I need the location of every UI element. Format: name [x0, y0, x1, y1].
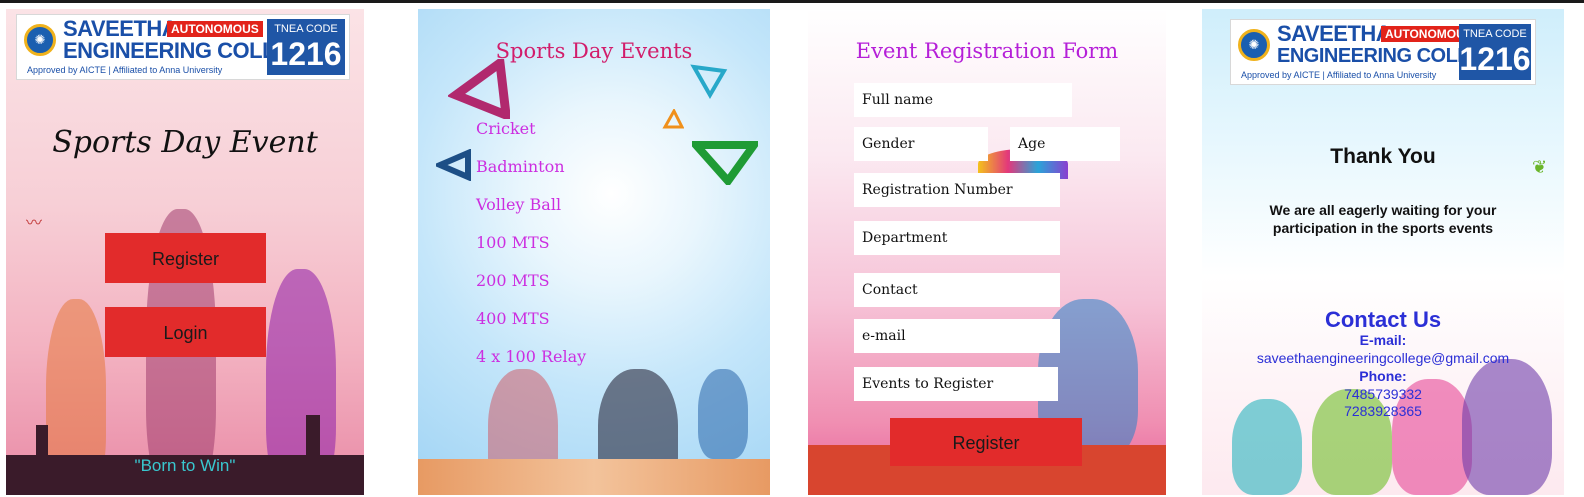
- event-item: 4 x 100 Relay: [476, 347, 587, 366]
- event-item: Volley Ball: [476, 195, 562, 214]
- page-title: Sports Day Event: [52, 125, 318, 160]
- triangle-decoration-icon: [690, 64, 728, 99]
- event-item: 200 MTS: [476, 271, 550, 290]
- page-title: Sports Day Events: [495, 39, 693, 63]
- college-logo: ✺ SAVEETHA AUTONOMOUS ENGINEERING COLLEG…: [16, 14, 350, 80]
- registration-screen: Event Registration Form Full name Gender…: [808, 9, 1166, 495]
- event-item: 100 MTS: [476, 233, 550, 252]
- triangle-decoration-icon: [448, 59, 510, 119]
- triangle-decoration-icon: [692, 141, 758, 185]
- events-screen: Sports Day Events Cricket Badminton Voll…: [418, 9, 770, 495]
- phone-label: Phone:: [1359, 368, 1407, 384]
- email-label: E-mail:: [1359, 332, 1407, 348]
- runner-silhouette: [698, 369, 748, 459]
- college-seal-icon: ✺: [1238, 29, 1270, 61]
- register-button[interactable]: Register: [890, 418, 1082, 466]
- events-to-register-field[interactable]: Events to Register: [854, 367, 1058, 401]
- college-logo: ✺ SAVEETHA AUTONOMOUS ENGINEERING COLLEG…: [1230, 19, 1536, 85]
- triangle-decoration-icon: [662, 109, 684, 129]
- thank-you-screen: ❦ ✺ SAVEETHA AUTONOMOUS ENGINEERING COLL…: [1202, 9, 1564, 495]
- logo-line1: SAVEETHA: [1277, 21, 1392, 46]
- logo-approved: Approved by AICTE | Affiliated to Anna U…: [1241, 70, 1437, 80]
- college-seal-icon: ✺: [24, 24, 56, 56]
- phone-number[interactable]: 7283928365: [1202, 403, 1564, 419]
- email-link[interactable]: saveethaengineeringcollege@gmail.com: [1202, 350, 1564, 366]
- contact-field[interactable]: Contact: [854, 273, 1060, 307]
- thank-you-message: We are all eagerly waiting for your part…: [1269, 202, 1497, 236]
- event-item: Badminton: [476, 157, 565, 176]
- event-item: 400 MTS: [476, 309, 550, 328]
- department-field[interactable]: Department: [854, 221, 1060, 255]
- tagline: "Born to Win": [134, 456, 236, 475]
- tnea-code: 1216: [1459, 41, 1531, 77]
- track-ground: [418, 459, 770, 495]
- tnea-label: TNEA CODE: [1463, 28, 1527, 40]
- phone-number[interactable]: 7485739332: [1202, 386, 1564, 402]
- full-name-field[interactable]: Full name: [854, 83, 1072, 117]
- login-button[interactable]: Login: [105, 307, 266, 357]
- logo-approved: Approved by AICTE | Affiliated to Anna U…: [27, 65, 223, 75]
- thank-you-heading: Thank You: [1330, 145, 1436, 168]
- tnea-code-box: TNEA CODE 1216: [1459, 24, 1531, 80]
- event-item: Cricket: [476, 119, 536, 138]
- tnea-code: 1216: [270, 36, 342, 72]
- tnea-code-box: TNEA CODE 1216: [267, 19, 345, 75]
- email-field[interactable]: e-mail: [854, 319, 1060, 353]
- age-field[interactable]: Age: [1010, 127, 1120, 161]
- gender-field[interactable]: Gender: [854, 127, 988, 161]
- home-screen: 〰 ✺ SAVEETHA AUTONOMOUS ENGINEERING COLL…: [6, 9, 364, 495]
- bird-icon: 〰: [26, 215, 43, 232]
- city-tower: [306, 415, 320, 495]
- register-button[interactable]: Register: [105, 233, 266, 283]
- top-divider: [0, 0, 1584, 3]
- autonomous-badge: AUTONOMOUS: [167, 21, 263, 37]
- contact-heading: Contact Us: [1324, 307, 1442, 332]
- triangle-decoration-icon: [436, 149, 471, 181]
- page-title: Event Registration Form: [855, 39, 1119, 63]
- tnea-label: TNEA CODE: [274, 23, 338, 35]
- registration-number-field[interactable]: Registration Number: [854, 173, 1060, 207]
